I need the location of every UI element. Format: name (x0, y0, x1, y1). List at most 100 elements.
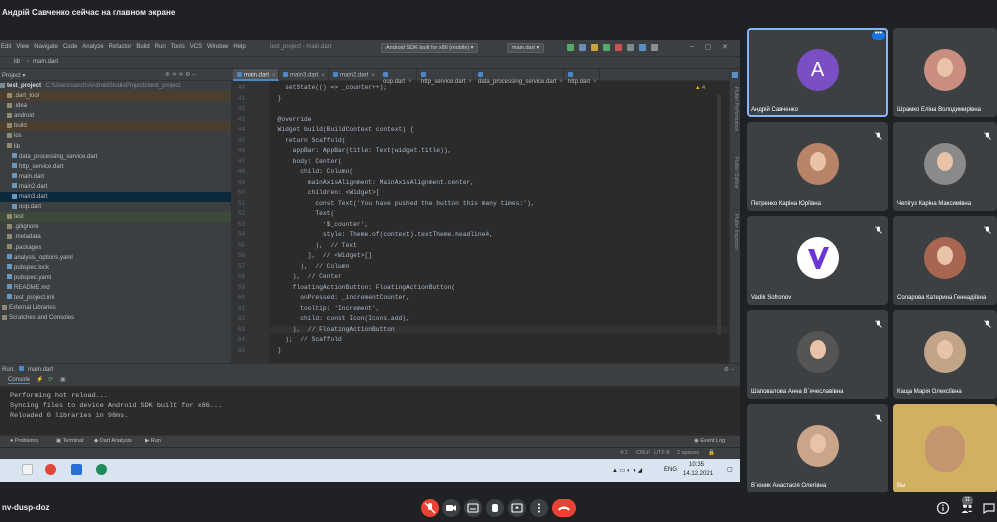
lock-icon[interactable]: 🔒 (708, 450, 715, 456)
menu-code[interactable]: Code (63, 40, 77, 50)
tray-icons[interactable]: ▲ ▭ ◐ ◑ ◢ (612, 467, 642, 474)
more-options-button[interactable] (530, 499, 548, 517)
project-tree-item[interactable]: test_project.iml (0, 293, 231, 303)
code-line[interactable]: Text( (270, 210, 334, 217)
breadcrumb-lib[interactable]: lib (14, 59, 20, 65)
code-line[interactable]: child: const Icon(Icons.add), (270, 315, 410, 322)
clock-date[interactable]: 14.12.2021 (683, 471, 713, 477)
code-line[interactable]: } (270, 95, 282, 102)
project-tree-item[interactable]: oop.dart (0, 202, 231, 212)
code-line[interactable]: } (270, 347, 282, 354)
event-log-tab[interactable]: ◉ Event Log (694, 438, 725, 444)
tab-close-icon[interactable]: × (321, 73, 325, 79)
project-tree-item[interactable]: Scratches and Consoles (0, 313, 231, 323)
code-line[interactable]: ), // Column (270, 263, 349, 270)
project-tree-item[interactable]: .idea (0, 101, 231, 111)
file-encoding[interactable]: UTF-8 (654, 450, 670, 456)
code-line[interactable]: '$_counter', (270, 221, 368, 228)
raise-hand-button[interactable] (486, 499, 504, 517)
search-everywhere-icon[interactable] (651, 44, 658, 51)
project-tree-item[interactable]: External Libraries (0, 303, 231, 313)
menu-analyze[interactable]: Analyze (82, 40, 103, 50)
flutter-outline-tab[interactable]: Flutter Outline (733, 157, 739, 188)
present-button[interactable] (508, 499, 526, 517)
problems-tab[interactable]: ● Problems (10, 438, 38, 444)
code-line[interactable]: ), // Text (270, 242, 357, 249)
menu-refactor[interactable]: Refactor (109, 40, 132, 50)
editor-tab[interactable]: main.dart × (233, 69, 279, 81)
breadcrumb-file[interactable]: main.dart (33, 59, 58, 65)
code-line[interactable]: body: Center( (270, 158, 342, 165)
code-line[interactable]: style: Theme.of(context).textTheme.headl… (270, 231, 493, 238)
participant-tile[interactable]: Соларова Катерина Геннадіївна (893, 216, 997, 305)
sync-icon[interactable] (627, 44, 634, 51)
project-pane-tools[interactable]: ⊕ ≑ ≑ ⚙ – (165, 71, 195, 78)
minimize-icon[interactable]: – (690, 43, 694, 50)
project-tree-item[interactable]: android (0, 111, 231, 121)
captions-button[interactable] (464, 499, 482, 517)
editor-tab[interactable]: oop.dart × (379, 69, 417, 85)
tab-close-icon[interactable]: × (272, 73, 276, 79)
code-line[interactable]: onPressed: _incrementCounter, (270, 294, 410, 301)
project-tree-item[interactable]: main3.dart (0, 192, 231, 203)
hot-reload-console-icon[interactable]: ⚡ (36, 376, 43, 383)
caret-position[interactable]: 4:1 (620, 450, 628, 456)
tab-close-icon[interactable]: × (371, 73, 375, 79)
chrome-icon[interactable] (45, 464, 56, 475)
taskbar-app-icon[interactable] (96, 464, 107, 475)
editor-scrollbar[interactable] (717, 95, 721, 335)
indent-setting[interactable]: 2 spaces (677, 450, 699, 456)
project-tree-item[interactable]: analysis_options.yaml (0, 253, 231, 263)
flutter-performance-tab[interactable]: Flutter Performance (733, 87, 739, 131)
code-line[interactable]: return Scaffold( (270, 137, 345, 144)
participant-tile[interactable]: Вы (893, 404, 997, 493)
stop-icon[interactable] (615, 44, 622, 51)
tile-options-icon[interactable]: ••• (872, 30, 885, 40)
menu-window[interactable]: Window (207, 40, 228, 50)
project-tree-item[interactable]: main2.dart (0, 182, 231, 192)
menu-tools[interactable]: Tools (171, 40, 185, 50)
project-tree-item[interactable]: pubspec.lock (0, 263, 231, 273)
menu-run[interactable]: Run (155, 40, 166, 50)
participant-tile[interactable]: В`юник Анастасія Олегівна (747, 404, 888, 493)
tab-close-icon[interactable]: × (593, 79, 597, 85)
run-tab[interactable]: main.dart (28, 367, 53, 373)
avd-manager-icon[interactable] (639, 44, 646, 51)
participant-tile[interactable]: Чепігуз Каріна Максимівна (893, 122, 997, 211)
participant-tile[interactable]: Шаповалова Анна В`ячеславівна (747, 310, 888, 399)
project-tree-item[interactable]: README.md (0, 283, 231, 293)
project-tree-item[interactable]: .metadata (0, 232, 231, 242)
menu-navigate[interactable]: Navigate (34, 40, 58, 50)
leave-call-button[interactable] (552, 499, 576, 517)
devtools-icon[interactable]: ▣ (60, 376, 66, 383)
hot-restart-console-icon[interactable]: ⟳ (48, 376, 53, 383)
participant-tile[interactable]: A ••• Андрій Савченко (747, 28, 888, 117)
project-tree-item[interactable]: .dart_tool (0, 91, 231, 102)
run-config-selector[interactable]: main.dart ▾ (507, 43, 545, 53)
editor-tab[interactable]: main3.dart × (279, 69, 329, 81)
menu-build[interactable]: Build (136, 40, 149, 50)
menu-vcs[interactable]: VCS (190, 40, 202, 50)
code-line[interactable]: const Text('You have pushed the button t… (270, 200, 534, 207)
project-tree-item[interactable]: test (0, 212, 231, 223)
hot-reload-icon[interactable] (591, 44, 598, 51)
code-line[interactable]: mainAxisAlignment: MainAxisAlignment.cen… (270, 179, 474, 186)
dart-analysis-tab[interactable]: ◆ Dart Analysis (94, 438, 132, 444)
editor-tab[interactable]: http.dart × (564, 69, 600, 85)
project-tree-item[interactable]: ios (0, 131, 231, 141)
code-line[interactable]: ], // <Widget>[] (270, 252, 372, 259)
debug-icon[interactable] (579, 44, 586, 51)
project-tree-item[interactable]: main.dart (0, 172, 231, 182)
project-tree-item[interactable]: pubspec.yaml (0, 273, 231, 283)
hot-restart-icon[interactable] (603, 44, 610, 51)
tab-close-icon[interactable]: × (468, 79, 472, 85)
editor-tab[interactable]: http_service.dart × (417, 69, 474, 85)
code-line[interactable]: floatingActionButton: FloatingActionButt… (270, 284, 456, 291)
code-line[interactable]: ); // Scaffold (270, 336, 342, 343)
code-line[interactable]: setState(() => _counter++); (270, 84, 387, 91)
editor-tab[interactable]: main2.dart × (329, 69, 379, 81)
close-icon[interactable]: ✕ (722, 43, 728, 51)
menu-view[interactable]: View (16, 40, 29, 50)
camera-button[interactable] (442, 499, 460, 517)
input-language[interactable]: ENG (664, 467, 677, 473)
